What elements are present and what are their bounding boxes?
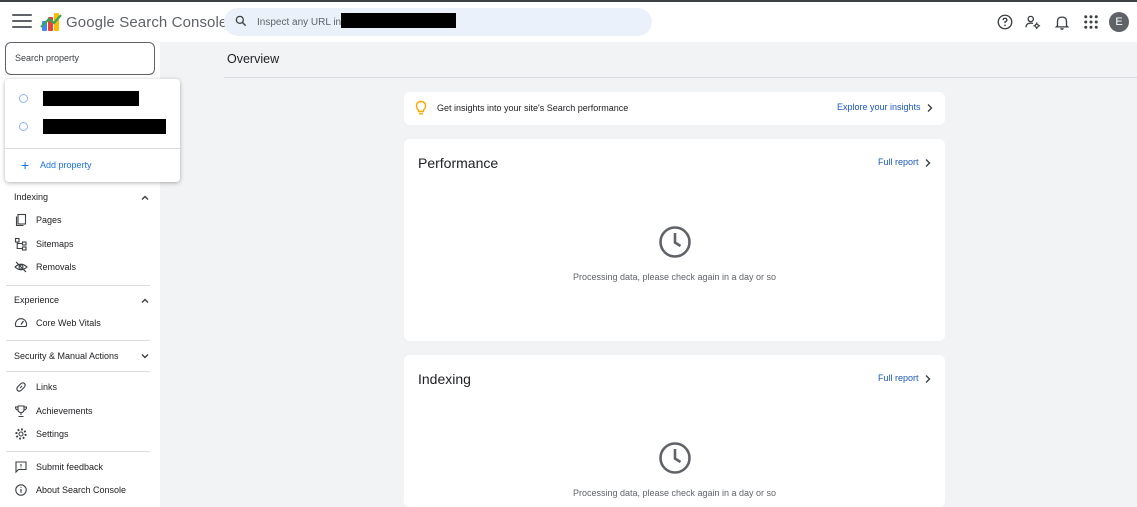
app-title[interactable]: Google Search Console xyxy=(66,14,227,31)
chevron-up-icon[interactable] xyxy=(140,296,150,306)
nav-divider xyxy=(6,451,150,452)
search-icon xyxy=(235,15,247,27)
sidebar-item-label: About Search Console xyxy=(36,485,127,495)
nav-section-experience[interactable]: Experience xyxy=(14,295,59,305)
sidebar-item-label: Sitemaps xyxy=(36,239,74,249)
nav-section-indexing[interactable]: Indexing xyxy=(14,192,48,202)
performance-card: Performance Full report Processing data,… xyxy=(404,139,945,341)
account-avatar[interactable]: E xyxy=(1109,12,1129,32)
card-title: Indexing xyxy=(418,371,471,387)
chevron-up-icon[interactable] xyxy=(140,193,150,203)
property-option-1[interactable] xyxy=(5,86,180,112)
chevron-right-icon xyxy=(925,374,931,383)
add-property-button[interactable]: + Add property xyxy=(5,155,180,177)
clock-icon xyxy=(659,442,691,474)
page-title: Overview xyxy=(227,52,280,66)
nav-section-security[interactable]: Security & Manual Actions xyxy=(14,351,119,361)
indexing-card: Indexing Full report Processing data, pl… xyxy=(404,355,945,507)
property-dropdown: + Add property xyxy=(5,79,180,182)
insights-banner: Get insights into your site's Search per… xyxy=(404,92,945,125)
help-icon[interactable] xyxy=(996,13,1014,31)
explore-insights-label: Explore your insights xyxy=(837,102,921,112)
card-title: Performance xyxy=(418,155,499,171)
sidebar-item-label: Submit feedback xyxy=(36,462,104,472)
visibility-off-icon xyxy=(14,261,28,273)
chevron-down-icon[interactable] xyxy=(140,351,150,361)
sitemap-icon xyxy=(14,237,27,251)
trophy-icon xyxy=(14,405,28,418)
sidebar-item-label: Removals xyxy=(36,262,77,272)
link-icon xyxy=(16,382,26,392)
property-search-input[interactable] xyxy=(6,43,154,73)
nav-divider xyxy=(6,371,150,372)
nav-divider xyxy=(6,285,150,286)
sidebar-item-about[interactable]: About Search Console xyxy=(14,481,154,499)
sidebar-item-label: Core Web Vitals xyxy=(36,318,101,328)
full-report-link[interactable]: Full report xyxy=(878,157,932,168)
sidebar-item-sitemaps[interactable]: Sitemaps xyxy=(14,235,154,253)
main-menu-icon[interactable] xyxy=(12,14,32,30)
full-report-label: Full report xyxy=(878,157,919,167)
add-property-label: Add property xyxy=(40,160,92,170)
property-option-2[interactable] xyxy=(5,114,180,140)
url-inspection-bar[interactable] xyxy=(224,8,652,36)
sidebar-item-core-web-vitals[interactable]: Core Web Vitals xyxy=(14,314,154,332)
sidebar-item-label: Pages xyxy=(36,215,62,225)
apps-grid-icon[interactable] xyxy=(1082,13,1100,31)
sidebar-item-label: Links xyxy=(36,382,58,392)
property-search-box[interactable] xyxy=(5,42,155,75)
speed-gauge-icon xyxy=(14,318,28,328)
sidebar-item-label: Achievements xyxy=(36,406,93,416)
domain-property-icon xyxy=(19,94,28,103)
search-console-logo-icon xyxy=(40,13,62,31)
plus-icon: + xyxy=(21,157,30,173)
sidebar-item-achievements[interactable]: Achievements xyxy=(14,402,154,420)
sidebar-item-links[interactable]: Links xyxy=(14,378,154,396)
clock-icon xyxy=(659,226,691,258)
domain-property-icon xyxy=(19,122,28,131)
explore-insights-link[interactable]: Explore your insights xyxy=(837,102,934,113)
sidebar-item-pages[interactable]: Pages xyxy=(14,211,154,229)
pages-icon xyxy=(15,213,27,227)
lightbulb-icon xyxy=(415,100,427,115)
dropdown-divider xyxy=(5,148,180,149)
sidebar-item-submit-feedback[interactable]: Submit feedback xyxy=(14,458,154,476)
notifications-bell-icon[interactable] xyxy=(1053,13,1071,31)
sidebar-item-label: Settings xyxy=(36,429,69,439)
redacted-domain xyxy=(341,13,456,28)
chevron-right-icon xyxy=(925,158,931,167)
sidebar-item-removals[interactable]: Removals xyxy=(14,258,154,276)
redacted-property-name xyxy=(43,119,166,134)
full-report-label: Full report xyxy=(878,373,919,383)
feedback-icon xyxy=(15,461,27,474)
user-settings-icon[interactable] xyxy=(1024,13,1042,31)
info-icon xyxy=(15,484,27,496)
gear-icon xyxy=(15,428,27,440)
insights-text: Get insights into your site's Search per… xyxy=(437,103,629,113)
nav-divider xyxy=(6,340,150,341)
top-bar: Google Search Console E xyxy=(0,0,1137,42)
chevron-right-icon xyxy=(927,103,933,112)
processing-message: Processing data, please check again in a… xyxy=(572,488,777,498)
redacted-property-name xyxy=(43,91,139,106)
full-report-link[interactable]: Full report xyxy=(878,373,932,384)
header-divider xyxy=(224,77,1137,78)
processing-message: Processing data, please check again in a… xyxy=(572,272,777,282)
sidebar-item-settings[interactable]: Settings xyxy=(14,425,154,443)
